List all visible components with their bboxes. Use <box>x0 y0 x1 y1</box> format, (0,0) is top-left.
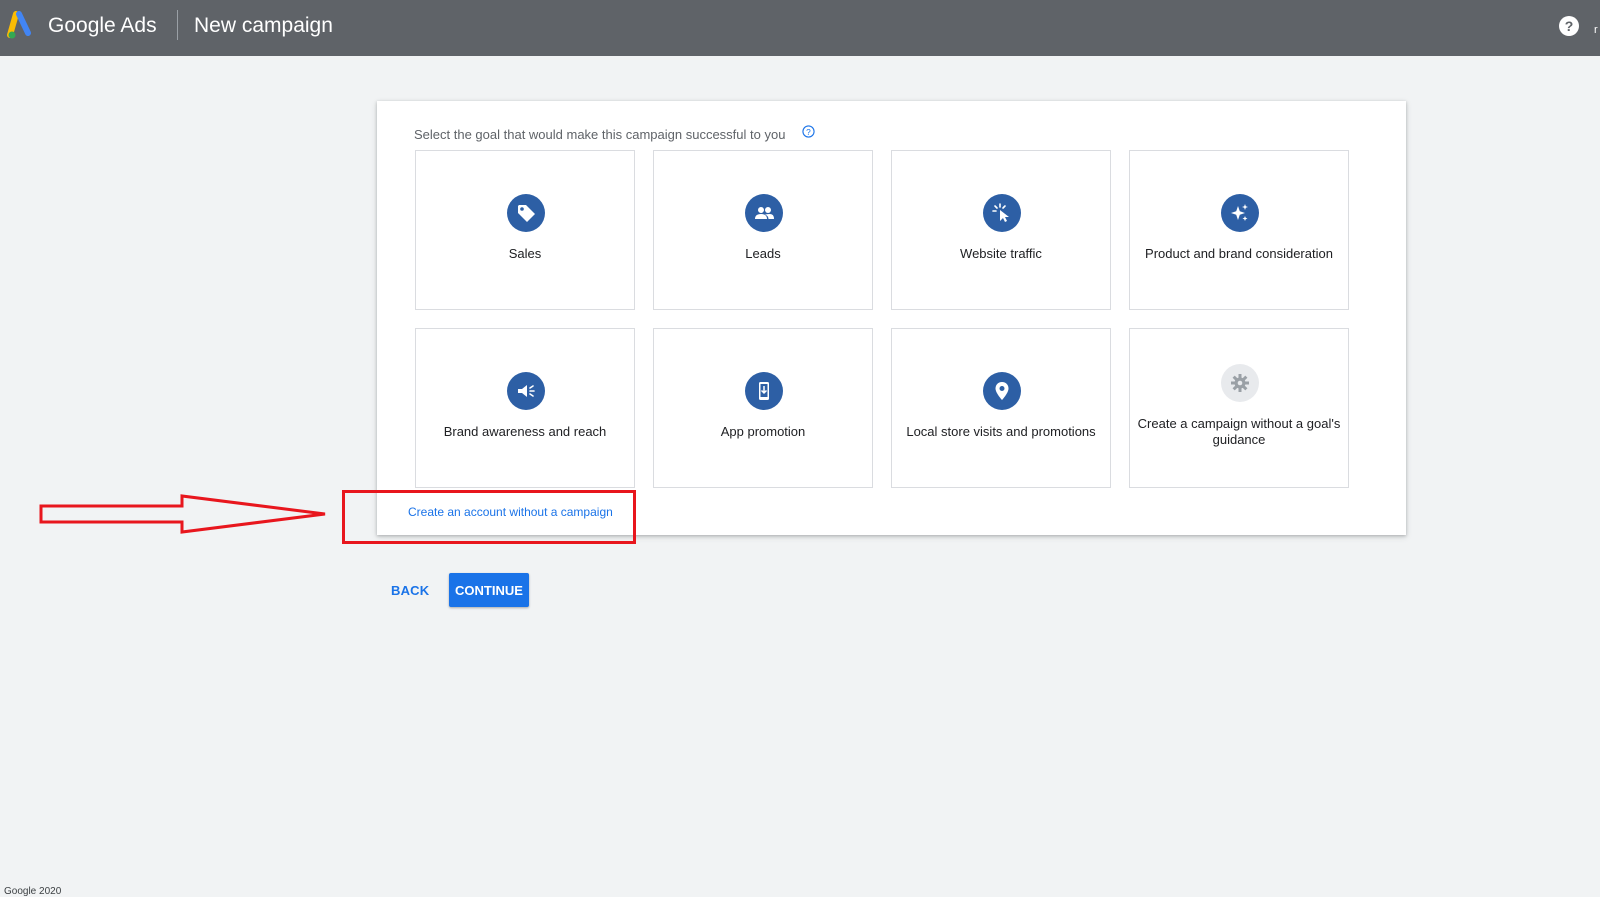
goal-label: Brand awareness and reach <box>443 424 607 439</box>
annotation-arrow-icon <box>39 494 326 534</box>
goal-label: Create a campaign without a goal's guida… <box>1137 416 1341 447</box>
goal-tile-leads[interactable]: Leads <box>653 150 873 310</box>
goal-prompt: Select the goal that would make this cam… <box>414 127 786 142</box>
goal-tile-brand-awareness[interactable]: Brand awareness and reach <box>415 328 635 488</box>
header-divider <box>177 10 178 40</box>
brand-name: Google Ads <box>48 14 157 37</box>
google-ads-logo-icon[interactable] <box>6 11 36 41</box>
goal-label: Product and brand consideration <box>1145 246 1333 261</box>
continue-button[interactable]: CONTINUE <box>449 573 529 607</box>
help-icon[interactable]: ? <box>1558 15 1580 37</box>
campaign-goal-card: Select the goal that would make this cam… <box>377 101 1406 535</box>
goal-label: Sales <box>508 246 542 261</box>
goal-label: Website traffic <box>960 246 1042 261</box>
goal-label: App promotion <box>720 424 806 439</box>
sparkle-icon <box>1221 194 1259 232</box>
svg-text:?: ? <box>1565 18 1574 34</box>
goal-tile-local-store-visits[interactable]: Local store visits and promotions <box>891 328 1111 488</box>
phone-download-icon <box>745 372 783 410</box>
megaphone-icon <box>507 372 545 410</box>
page-title: New campaign <box>194 14 333 37</box>
goal-tile-product-brand-consideration[interactable]: Product and brand consideration <box>1129 150 1349 310</box>
back-button[interactable]: BACK <box>391 583 429 598</box>
footer-copyright: Google 2020 <box>4 886 62 897</box>
goal-tile-sales[interactable]: Sales <box>415 150 635 310</box>
svg-text:?: ? <box>806 127 811 137</box>
tag-icon <box>507 194 545 232</box>
goal-label: Leads <box>745 246 781 261</box>
gear-icon <box>1221 364 1259 402</box>
goal-tile-website-traffic[interactable]: Website traffic <box>891 150 1111 310</box>
goal-tile-no-goal-guidance[interactable]: Create a campaign without a goal's guida… <box>1129 328 1349 488</box>
location-pin-icon <box>983 372 1021 410</box>
top-app-bar: Google Ads New campaign ? r <box>0 0 1600 56</box>
question-circle-icon[interactable]: ? <box>802 125 815 138</box>
cursor-click-icon <box>983 194 1021 232</box>
annotation-highlight-box <box>342 490 636 544</box>
header-edge-text: r <box>1594 24 1598 36</box>
people-icon <box>745 194 783 232</box>
goal-tile-app-promotion[interactable]: App promotion <box>653 328 873 488</box>
goal-label: Local store visits and promotions <box>906 424 1096 439</box>
